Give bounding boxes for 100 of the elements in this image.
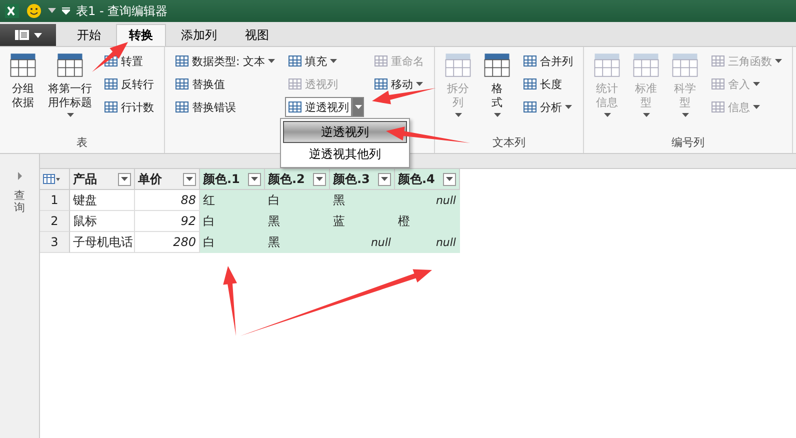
ribbon-button[interactable]: 将第一行用作标题 bbox=[46, 51, 94, 135]
table-cell: 蓝 bbox=[330, 211, 395, 232]
caret-icon[interactable] bbox=[48, 8, 56, 14]
table-icon bbox=[711, 77, 726, 91]
caret-icon bbox=[34, 32, 42, 38]
table-cell: null bbox=[330, 232, 395, 253]
caret-icon bbox=[446, 177, 453, 181]
filter-button[interactable] bbox=[443, 172, 456, 186]
table-cell: 红 bbox=[200, 190, 265, 211]
ribbon-button[interactable]: 分析 bbox=[520, 97, 576, 117]
table-icon bbox=[374, 77, 388, 91]
table-icon bbox=[444, 51, 472, 79]
caret-icon bbox=[186, 177, 193, 181]
filter-button[interactable] bbox=[248, 172, 261, 186]
column-header[interactable]: 单价 bbox=[135, 169, 200, 190]
caret-icon bbox=[354, 105, 362, 109]
table-icon bbox=[56, 51, 84, 79]
group-label: 编号列 bbox=[672, 135, 705, 151]
table-cell: 键盘 bbox=[70, 190, 135, 211]
filter-button[interactable] bbox=[183, 172, 196, 186]
table-icon bbox=[104, 54, 118, 68]
group-label: 表 bbox=[76, 135, 88, 151]
row-number: 3 bbox=[40, 232, 70, 253]
table-icon bbox=[523, 77, 538, 91]
menu-icon bbox=[14, 29, 30, 41]
column-header[interactable]: 颜色.2 bbox=[265, 169, 330, 190]
ribbon-tab[interactable]: 转换 bbox=[116, 24, 166, 46]
table-icon bbox=[593, 51, 622, 79]
table-icon bbox=[104, 77, 118, 91]
filter-button[interactable] bbox=[378, 172, 391, 186]
ribbon-button[interactable]: 移动 bbox=[371, 74, 426, 94]
file-menu-button[interactable] bbox=[0, 24, 56, 46]
ribbon-button[interactable]: 分组依据 bbox=[7, 51, 39, 135]
spreadsheet-icon bbox=[4, 3, 20, 19]
expand-icon[interactable] bbox=[16, 172, 22, 180]
table-cell: 白 bbox=[265, 190, 330, 211]
table-icon bbox=[288, 100, 302, 114]
table-cell: 黑 bbox=[265, 211, 330, 232]
smiley-icon[interactable] bbox=[26, 3, 42, 19]
row-number: 1 bbox=[40, 190, 70, 211]
table-cell: 黑 bbox=[330, 190, 395, 211]
column-header[interactable]: 产品 bbox=[70, 169, 135, 190]
caret-icon bbox=[316, 177, 323, 181]
table-icon bbox=[175, 77, 189, 91]
ribbon-button[interactable]: 替换错误 bbox=[172, 97, 239, 117]
table-cell: 白 bbox=[200, 211, 265, 232]
table-icon bbox=[374, 54, 388, 68]
filter-button[interactable] bbox=[118, 172, 131, 186]
ribbon-button[interactable]: 转置 bbox=[101, 51, 146, 71]
table-cell: 白 bbox=[200, 232, 265, 253]
table-cell: null bbox=[395, 232, 460, 253]
table-icon bbox=[523, 54, 538, 68]
table-icon bbox=[288, 54, 302, 68]
table-cell: 子母机电话 bbox=[70, 232, 135, 253]
column-header[interactable]: 颜色.4 bbox=[395, 169, 460, 190]
ribbon-button[interactable]: 行计数 bbox=[101, 97, 157, 117]
ribbon-button[interactable]: 长度 bbox=[520, 74, 566, 94]
caret-icon bbox=[251, 177, 258, 181]
ribbon-button[interactable]: 数据类型: 文本 bbox=[172, 51, 278, 71]
caret-icon bbox=[381, 177, 388, 181]
table-cell: 鼠标 bbox=[70, 211, 135, 232]
table-icon bbox=[175, 100, 189, 114]
ribbon-button[interactable]: 合并列 bbox=[520, 51, 576, 71]
customize-icon[interactable] bbox=[62, 7, 70, 15]
ribbon-button[interactable]: 填充 bbox=[285, 51, 340, 71]
table-icon bbox=[671, 51, 700, 79]
group-label: 文本列 bbox=[492, 135, 526, 151]
column-header[interactable]: 颜色.1 bbox=[200, 169, 265, 190]
annotation-arrow bbox=[223, 266, 237, 336]
annotation-arrow bbox=[372, 88, 436, 104]
table-icon bbox=[483, 51, 512, 79]
table-cell: 橙 bbox=[395, 211, 460, 232]
table-icon bbox=[523, 100, 538, 114]
table-icon bbox=[711, 54, 726, 68]
table-cell: 88 bbox=[135, 190, 200, 211]
table-icon bbox=[175, 54, 189, 68]
ribbon-button[interactable]: 替换值 bbox=[172, 74, 228, 94]
menu-item[interactable]: 逆透视列 bbox=[283, 121, 407, 143]
table-cell: 92 bbox=[135, 211, 200, 232]
table-icon bbox=[104, 100, 118, 114]
ribbon-tab[interactable]: 开始 bbox=[64, 24, 114, 46]
ribbon-button[interactable]: 反转行 bbox=[101, 74, 157, 94]
split-button[interactable]: 逆透视列 bbox=[285, 97, 352, 117]
table-cell: null bbox=[395, 190, 460, 211]
table-icon bbox=[9, 51, 37, 79]
table-cell: 280 bbox=[135, 232, 200, 253]
window-title: 表1 - 查询编辑器 bbox=[76, 2, 168, 20]
caret-icon bbox=[121, 177, 128, 181]
ribbon-button[interactable]: 格式 bbox=[481, 51, 514, 135]
table-icon bbox=[711, 100, 726, 114]
filter-button[interactable] bbox=[313, 172, 326, 186]
row-number: 2 bbox=[40, 211, 70, 232]
table-cell: 黑 bbox=[265, 232, 330, 253]
table-menu-icon[interactable] bbox=[43, 174, 61, 184]
dropdown-button[interactable] bbox=[352, 97, 364, 117]
ribbon-tab[interactable]: 添加列 bbox=[168, 24, 230, 46]
column-header[interactable]: 颜色.3 bbox=[330, 169, 395, 190]
ribbon-tab[interactable]: 视图 bbox=[232, 24, 282, 46]
table-icon bbox=[288, 77, 302, 91]
table-icon bbox=[632, 51, 660, 79]
